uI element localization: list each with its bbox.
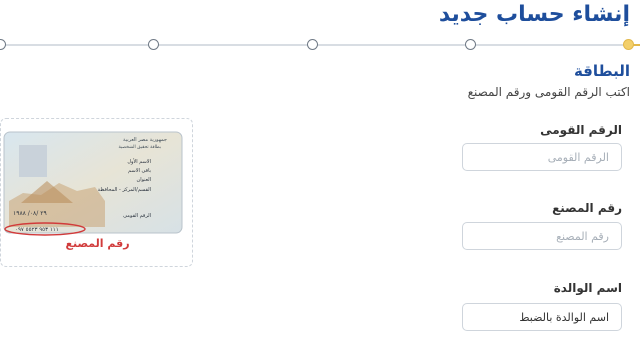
progress-stepper (0, 38, 640, 52)
card-caption: رقم المصنع (65, 237, 130, 250)
page-title: إنشاء حساب جديد (438, 2, 630, 27)
section-subtitle: اكتب الرقم القومى ورقم المصنع (467, 85, 630, 99)
stepper-track (0, 44, 640, 46)
card-header-line2: بطاقة تحقيق الشخصية (119, 145, 162, 150)
mother-name-input[interactable] (462, 303, 622, 331)
card-line-3: العنوان (137, 177, 151, 183)
step-5-dot[interactable] (0, 39, 6, 50)
mother-name-label: اسم الوالدة (553, 281, 622, 295)
card-factory-code: ١١١ ٩٥٣ ٥٥٢٣ ٠٩٧ (15, 227, 59, 233)
national-id-input[interactable] (462, 143, 622, 171)
card-photo (19, 145, 47, 177)
card-national-id-label: الرقم القومى (123, 213, 151, 219)
card-line-2: باقى الاسم (128, 168, 151, 174)
step-3-dot[interactable] (307, 39, 318, 50)
national-id-label: الرقم القومى (540, 123, 622, 137)
card-line-1: الاسم الأول (127, 158, 151, 165)
factory-number-label: رقم المصنع (552, 201, 622, 215)
section-title: البطاقة (573, 62, 630, 80)
step-2-dot[interactable] (465, 39, 476, 50)
step-4-dot[interactable] (148, 39, 159, 50)
id-card-panel: جمهورية مصر العربية بطاقة تحقيق الشخصية … (0, 118, 193, 267)
card-id-digits: ٢٩ /٠٨/ ١٩٨٨ (13, 210, 47, 217)
id-card-image: جمهورية مصر العربية بطاقة تحقيق الشخصية … (3, 131, 183, 236)
card-line-4: القسم/المركز - المحافظة (98, 187, 151, 193)
factory-number-input[interactable] (462, 222, 622, 250)
step-1-dot[interactable] (623, 39, 634, 50)
card-header-line1: جمهورية مصر العربية (123, 137, 167, 143)
